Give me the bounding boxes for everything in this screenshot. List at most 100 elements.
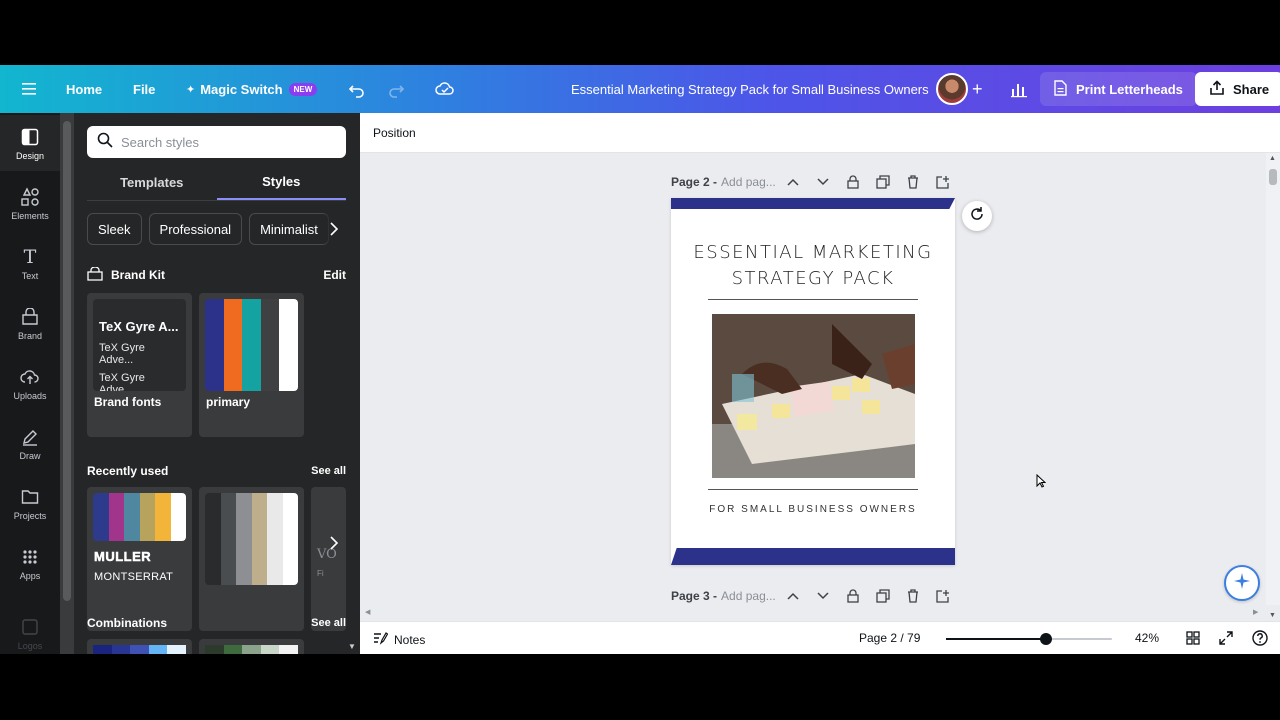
chevron-down-icon[interactable]	[815, 174, 831, 190]
collaborator-avatar[interactable]	[936, 65, 968, 113]
tab-templates[interactable]: Templates	[87, 165, 217, 200]
brand-kit-header: Brand Kit Edit	[87, 265, 346, 285]
position-button[interactable]: Position	[373, 126, 416, 140]
trash-icon[interactable]	[905, 588, 921, 604]
chevron-right-icon[interactable]	[322, 527, 346, 559]
primary-palette-card[interactable]: primary	[199, 293, 304, 437]
brand-fonts-card[interactable]: TeX Gyre A... TeX Gyre Adve... TeX Gyre …	[87, 293, 192, 437]
folder-icon	[19, 486, 41, 508]
font-sample-body: TeX Gyre Adve...	[99, 372, 145, 391]
insights-chart-icon[interactable]	[1010, 65, 1028, 113]
primary-palette-label: primary	[206, 395, 251, 409]
combinations-see-all[interactable]: See all	[311, 617, 346, 629]
print-letterheads-label: Print Letterheads	[1076, 81, 1183, 97]
scroll-left-arrow-icon[interactable]: ◀	[365, 608, 370, 616]
help-icon[interactable]	[1252, 630, 1268, 649]
undo-icon[interactable]	[348, 65, 366, 113]
page-indicator[interactable]: Page 2 / 79	[859, 631, 920, 645]
page-2-canvas[interactable]: ESSENTIAL MARKETING STRATEGY PACK FOR SM…	[671, 198, 955, 565]
chip-sleek[interactable]: Sleek	[87, 213, 142, 245]
top-color-band[interactable]	[671, 198, 955, 209]
chevron-up-icon[interactable]	[785, 174, 801, 190]
chip-minimalist[interactable]: Minimalist	[249, 213, 329, 245]
search-styles-input[interactable]	[121, 134, 331, 150]
zoom-slider[interactable]	[946, 633, 1112, 645]
combination-card-1[interactable]	[87, 639, 192, 654]
design-title[interactable]: ESSENTIAL MARKETING STRATEGY PACK	[671, 240, 955, 292]
logo-icon	[19, 616, 41, 638]
recent-font-muller: MULLER	[94, 549, 152, 565]
page-3-title-input[interactable]: Add pag...	[721, 589, 776, 603]
page-2-title-input[interactable]: Add pag...	[721, 175, 776, 189]
recent-style-card-2[interactable]	[199, 487, 304, 631]
search-icon	[97, 132, 113, 153]
zoom-slider-handle[interactable]	[1040, 633, 1052, 645]
zoom-level[interactable]: 42%	[1135, 631, 1159, 645]
trash-icon[interactable]	[905, 174, 921, 190]
notes-button[interactable]: Notes	[373, 631, 425, 648]
rail-item-brand[interactable]: Brand	[0, 295, 60, 351]
chevron-up-icon[interactable]	[785, 588, 801, 604]
rail-item-elements[interactable]: Elements	[0, 175, 60, 231]
regenerate-button[interactable]	[962, 201, 992, 231]
combination-card-2[interactable]	[199, 639, 304, 654]
rail-item-apps[interactable]: Apps	[0, 535, 60, 591]
chip-professional[interactable]: Professional	[148, 213, 243, 245]
recent-style-card-3[interactable]: VO Fi	[311, 487, 346, 631]
scroll-up-arrow-icon[interactable]: ▲	[1269, 155, 1276, 162]
share-button[interactable]: Share	[1195, 72, 1280, 106]
search-box[interactable]	[87, 126, 346, 158]
rail-label: Apps	[19, 570, 41, 581]
grid-view-icon[interactable]	[1186, 631, 1200, 648]
brand-kit-edit-link[interactable]: Edit	[323, 268, 346, 282]
home-button[interactable]: Home	[66, 65, 102, 113]
brand-bag-icon	[19, 306, 41, 328]
rail-item-logos[interactable]: Logos	[0, 605, 60, 654]
menu-icon[interactable]	[22, 65, 38, 113]
print-letterheads-button[interactable]: Print Letterheads	[1040, 72, 1197, 106]
design-subtitle[interactable]: FOR SMALL BUSINESS OWNERS	[671, 504, 955, 515]
rail-item-design[interactable]: Design	[0, 115, 60, 171]
fullscreen-icon[interactable]	[1219, 631, 1233, 648]
add-page-icon[interactable]	[935, 588, 951, 604]
chevron-right-icon[interactable]	[322, 213, 346, 245]
recently-used-title: Recently used	[87, 464, 169, 478]
chevron-down-icon[interactable]	[815, 588, 831, 604]
recent-style-card-1[interactable]: MULLER MONTSERRAT	[87, 487, 192, 631]
redo-icon[interactable]	[387, 65, 405, 113]
scroll-right-arrow-icon[interactable]: ▶	[1253, 608, 1258, 616]
cloud-saved-icon[interactable]	[435, 65, 455, 113]
rail-item-text[interactable]: T Text	[0, 235, 60, 291]
recent-font-peek-b: Fi	[317, 569, 324, 578]
rail-item-uploads[interactable]: Uploads	[0, 355, 60, 411]
team-planning-photo[interactable]	[712, 314, 915, 478]
add-collaborator-icon[interactable]: +	[972, 65, 983, 113]
scrollbar-thumb[interactable]	[1269, 169, 1277, 185]
magic-switch-button[interactable]: ✦ Magic Switch NEW	[186, 65, 318, 113]
canvas-vertical-scrollbar[interactable]: ▲ ▼	[1266, 153, 1280, 619]
page-3-label: Page 3 -	[671, 589, 718, 603]
magic-assistant-button[interactable]	[1224, 565, 1260, 601]
scroll-down-arrow-icon[interactable]: ▼	[348, 642, 358, 652]
lock-icon[interactable]	[845, 174, 861, 190]
divider-line[interactable]	[708, 489, 918, 490]
add-page-icon[interactable]	[935, 174, 951, 190]
layout-icon	[19, 126, 41, 148]
duplicate-icon[interactable]	[875, 174, 891, 190]
rail-item-draw[interactable]: Draw	[0, 415, 60, 471]
duplicate-icon[interactable]	[875, 588, 891, 604]
panel-scrollbar[interactable]	[60, 113, 74, 654]
share-icon	[1209, 79, 1225, 99]
styles-panel: Templates Styles Sleek Professional Mini…	[60, 113, 360, 654]
rail-item-projects[interactable]: Projects	[0, 475, 60, 531]
scroll-down-arrow-icon[interactable]: ▼	[1269, 612, 1276, 619]
file-menu-button[interactable]: File	[133, 65, 155, 113]
recently-used-see-all[interactable]: See all	[311, 465, 346, 477]
tab-styles[interactable]: Styles	[216, 165, 346, 200]
lock-icon[interactable]	[845, 588, 861, 604]
divider-line[interactable]	[708, 299, 918, 300]
scrollbar-thumb[interactable]	[63, 121, 71, 601]
document-title[interactable]: Essential Marketing Strategy Pack for Sm…	[571, 65, 929, 113]
bottom-color-band[interactable]	[671, 548, 955, 565]
color-swatch	[242, 299, 261, 391]
